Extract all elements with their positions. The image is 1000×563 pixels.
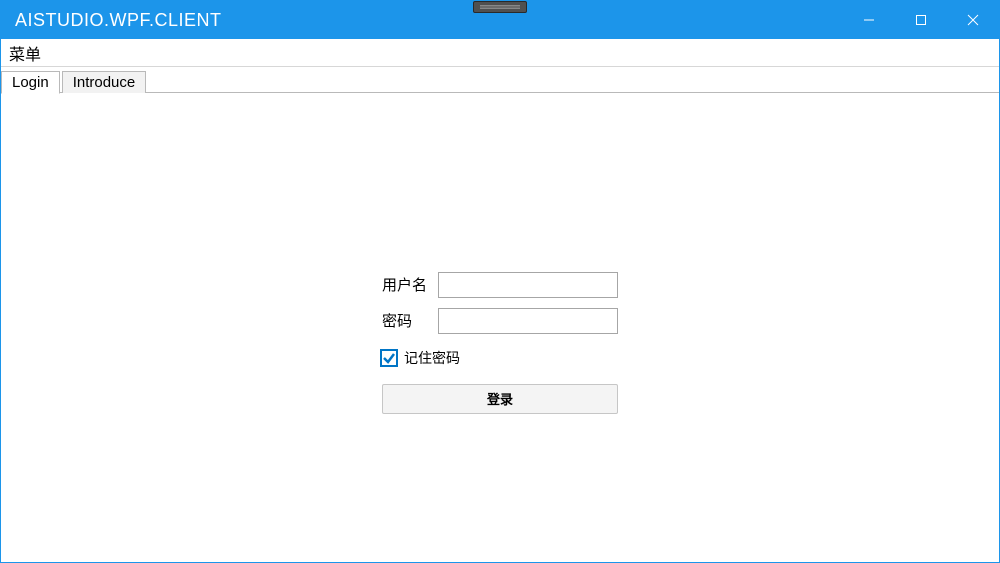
app-window: AISTUDIO.WPF.CLIENT 菜单 — [0, 0, 1000, 563]
tabstrip: Login Introduce — [1, 67, 999, 93]
username-field[interactable] — [438, 272, 618, 298]
minimize-icon — [863, 14, 875, 26]
window-controls — [843, 1, 999, 39]
menubar: 菜单 — [1, 39, 999, 67]
maximize-button[interactable] — [895, 1, 947, 39]
username-row: 用户名 — [382, 272, 618, 298]
username-label: 用户名 — [382, 274, 438, 295]
maximize-icon — [915, 14, 927, 26]
password-label: 密码 — [382, 310, 438, 331]
login-form: 用户名 密码 记住密码 登录 — [382, 272, 618, 414]
tab-introduce[interactable]: Introduce — [62, 71, 147, 93]
login-button[interactable]: 登录 — [382, 384, 618, 414]
tab-login[interactable]: Login — [1, 71, 60, 94]
close-icon — [967, 14, 979, 26]
titlebar-grip[interactable] — [473, 1, 527, 13]
checkmark-icon — [382, 351, 396, 365]
remember-row: 记住密码 — [380, 348, 618, 368]
window-title: AISTUDIO.WPF.CLIENT — [1, 10, 222, 31]
close-button[interactable] — [947, 1, 999, 39]
minimize-button[interactable] — [843, 1, 895, 39]
menu-item-main[interactable]: 菜单 — [1, 39, 49, 66]
remember-label: 记住密码 — [404, 348, 460, 368]
password-row: 密码 — [382, 308, 618, 334]
remember-checkbox[interactable] — [380, 349, 398, 367]
password-field[interactable] — [438, 308, 618, 334]
titlebar[interactable]: AISTUDIO.WPF.CLIENT — [1, 1, 999, 39]
content-area: 用户名 密码 记住密码 登录 — [1, 93, 999, 562]
